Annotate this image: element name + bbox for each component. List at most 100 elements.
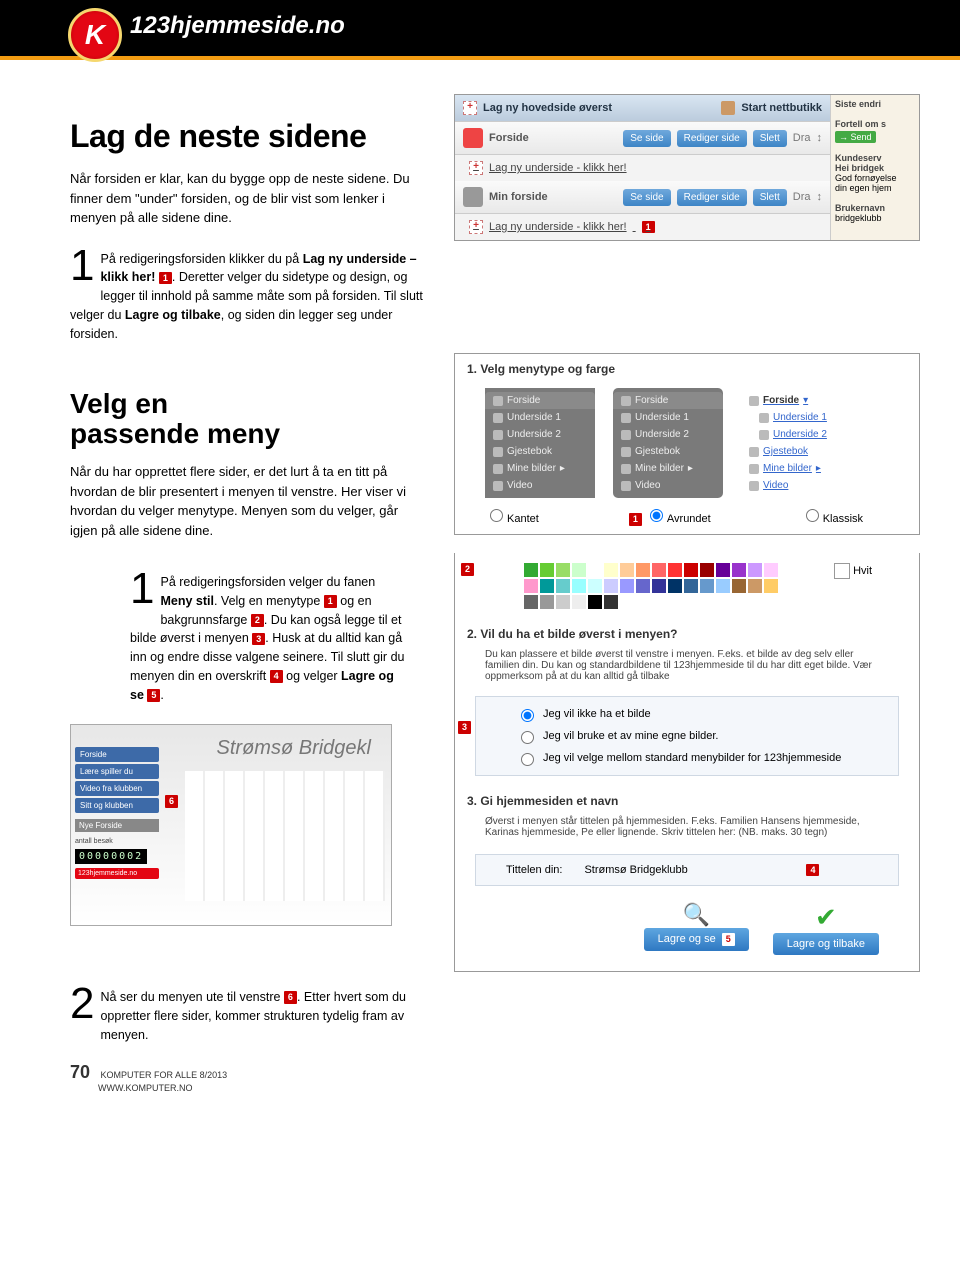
color-swatch[interactable]	[604, 579, 618, 593]
save-and-back-button[interactable]: Lagre og tilbake	[773, 933, 879, 955]
slett-button[interactable]: Slett	[753, 130, 787, 147]
plus-icon: +	[463, 101, 477, 115]
plus-icon: +	[469, 220, 483, 234]
shop-icon	[721, 101, 735, 115]
radio-avrundet[interactable]: 1 Avrundet	[629, 506, 711, 525]
heading-2: Velg en passende meny	[70, 389, 430, 448]
color-swatch[interactable]	[588, 595, 602, 609]
logo-k-badge: K	[68, 8, 122, 62]
intro-text: Når forsiden er klar, kan du bygge opp d…	[70, 169, 420, 228]
color-swatch[interactable]	[540, 579, 554, 593]
step-2-number: 2	[70, 982, 94, 1026]
color-swatch[interactable]	[668, 579, 682, 593]
page-icon	[463, 128, 483, 148]
color-swatch[interactable]	[524, 579, 538, 593]
page-forside-label: Forside	[489, 132, 617, 144]
color-swatch[interactable]	[540, 595, 554, 609]
preview-site-title: Strømsø Bridgekl	[217, 737, 371, 760]
color-swatch[interactable]	[668, 563, 682, 577]
se-side-button[interactable]: Se side	[623, 189, 670, 206]
preview-nav-4: Sitt og klubben	[75, 798, 159, 813]
color-swatch[interactable]	[620, 563, 634, 577]
color-swatch[interactable]	[652, 563, 666, 577]
step-1-text: 1 På redigeringsforsiden klikker du på L…	[70, 250, 430, 344]
panel-sidebar: Siste endri Fortell om s → Send Kundeser…	[830, 95, 919, 240]
color-swatches[interactable]	[494, 559, 814, 613]
radio-klassisk[interactable]: Klassisk	[801, 506, 863, 525]
rediger-side-button[interactable]: Rediger side	[677, 189, 747, 206]
image-option-1[interactable]: Jeg vil ikke ha et bilde	[476, 703, 898, 725]
image-option-2[interactable]: Jeg vil bruke et av mine egne bilder.	[476, 725, 898, 747]
menu-preview-klassisk[interactable]: Forside ▾ Underside 1 Underside 2 Gjeste…	[741, 388, 851, 498]
start-shop-link[interactable]: Start nettbutikk	[741, 102, 822, 114]
color-swatch[interactable]	[604, 563, 618, 577]
color-swatch[interactable]	[764, 563, 778, 577]
visitor-counter: 00000002	[75, 849, 147, 864]
heading-1: Lag de neste sidene	[70, 118, 430, 155]
color-swatch[interactable]	[764, 579, 778, 593]
color-swatch[interactable]	[572, 579, 586, 593]
step-1-number: 1	[70, 244, 94, 288]
preview-nav-1: Forside	[75, 747, 159, 762]
color-swatch[interactable]	[572, 563, 586, 577]
color-swatch[interactable]	[588, 579, 602, 593]
rediger-side-button[interactable]: Rediger side	[677, 130, 747, 147]
step-2-text: 2 Nå ser du menyen ute til venstre 6. Et…	[70, 988, 430, 1044]
color-swatch[interactable]	[636, 563, 650, 577]
image-option-3[interactable]: Jeg vil velge mellom standard menybilder…	[476, 747, 898, 769]
plus-icon: +	[469, 161, 483, 175]
preview-content-cards	[185, 771, 385, 901]
page-minforside-label: Min forside	[489, 191, 617, 203]
color-swatch[interactable]	[588, 563, 602, 577]
color-swatch[interactable]	[636, 579, 650, 593]
color-swatch[interactable]	[620, 579, 634, 593]
color-swatch[interactable]	[684, 563, 698, 577]
color-swatch[interactable]	[748, 563, 762, 577]
color-swatch[interactable]	[700, 579, 714, 593]
new-mainpage-link[interactable]: Lag ny hovedside øverst	[483, 102, 715, 114]
menu-style-panel: 1. Velg menytype og farge Forside Unders…	[454, 353, 920, 534]
home-icon	[749, 396, 759, 406]
section-1-title: 1. Velg menytype og farge	[455, 354, 919, 380]
page-number: 70	[70, 1062, 90, 1083]
page-footer: 70 KOMPUTER FOR ALLE 8/2013 WWW.KOMPUTER…	[70, 1044, 920, 1093]
color-swatch[interactable]	[732, 563, 746, 577]
site-title-input[interactable]	[582, 863, 786, 877]
color-swatch[interactable]	[540, 563, 554, 577]
menu-step-text: 1 På redigeringsforsiden velger du fanen…	[130, 573, 410, 704]
step-1b-number: 1	[130, 567, 154, 611]
color-swatch[interactable]	[604, 595, 618, 609]
color-swatch[interactable]	[732, 579, 746, 593]
drag-handle[interactable]: Dra	[793, 132, 811, 144]
header-band: K 123hjemmeside.no	[0, 0, 960, 60]
new-subpage-link-1[interactable]: + Lag ny underside - klikk her!	[455, 155, 830, 181]
color-swatch[interactable]	[524, 563, 538, 577]
menu-preview-avrundet[interactable]: Forside Underside 1 Underside 2 Gjestebo…	[613, 388, 723, 498]
color-swatch[interactable]	[748, 579, 762, 593]
color-swatch[interactable]	[572, 595, 586, 609]
menu-preview-kantet[interactable]: Forside Underside 1 Underside 2 Gjestebo…	[485, 388, 595, 498]
save-and-view-button[interactable]: Lagre og se 5	[644, 928, 749, 951]
drag-handle[interactable]: Dra	[793, 191, 811, 203]
section-3-text: Øverst i menyen står tittelen på hjemmes…	[455, 812, 919, 848]
menu-style-panel-2: 2 Hvit 2. Vil du ha et bilde øverst i me…	[454, 553, 920, 972]
new-subpage-link-2[interactable]: + Lag ny underside - klikk her! 1	[455, 214, 830, 240]
section-2-title: 2. Vil du ha et bilde øverst i menyen?	[455, 619, 919, 645]
color-swatch[interactable]	[524, 595, 538, 609]
site-preview: Strømsø Bridgekl Forside Lære spiller du…	[70, 724, 392, 926]
preview-nav-3: Video fra klubben	[75, 781, 159, 796]
color-swatch[interactable]	[556, 579, 570, 593]
color-swatch[interactable]	[700, 563, 714, 577]
color-swatch[interactable]	[556, 563, 570, 577]
color-swatch[interactable]	[556, 595, 570, 609]
send-button[interactable]: → Send	[835, 131, 876, 143]
radio-kantet[interactable]: Kantet	[485, 506, 539, 525]
color-swatch[interactable]	[716, 563, 730, 577]
check-icon	[773, 902, 879, 933]
color-swatch[interactable]	[652, 579, 666, 593]
preview-nav-2: Lære spiller du	[75, 764, 159, 779]
slett-button[interactable]: Slett	[753, 189, 787, 206]
se-side-button[interactable]: Se side	[623, 130, 670, 147]
color-swatch[interactable]	[716, 579, 730, 593]
color-swatch[interactable]	[684, 579, 698, 593]
